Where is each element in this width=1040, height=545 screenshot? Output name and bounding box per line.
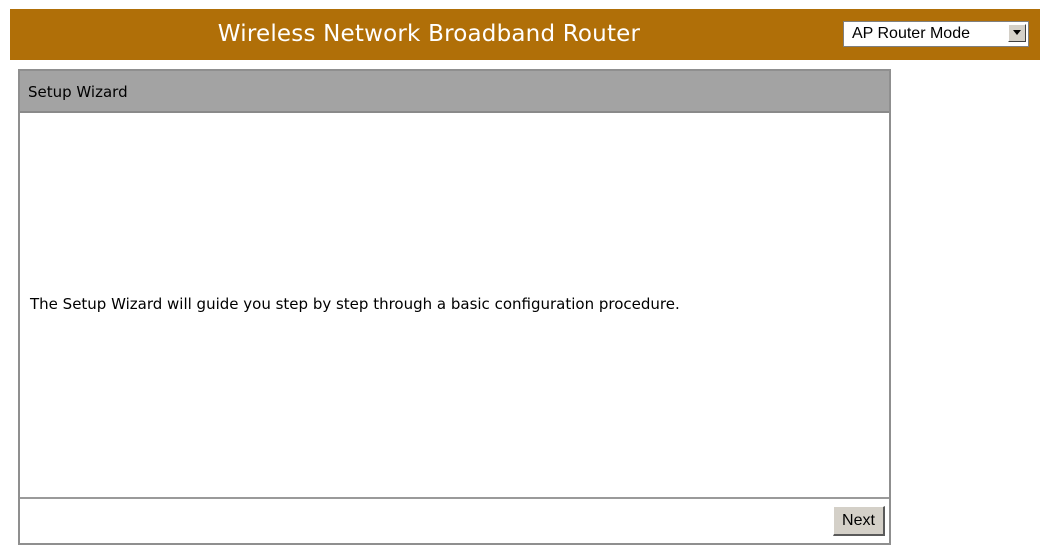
mode-select-value: AP Router Mode [852,25,970,42]
header-bar: Wireless Network Broadband Router AP Rou… [10,9,1040,60]
wizard-description: The Setup Wizard will guide you step by … [30,295,680,313]
panel-title: Setup Wizard [28,83,128,101]
mode-select[interactable]: AP Router Mode [843,21,1029,47]
next-button[interactable]: Next [833,506,885,536]
page-title: Wireless Network Broadband Router [217,21,641,47]
dropdown-arrow-icon[interactable] [1008,24,1026,42]
panel-header: Setup Wizard [20,71,889,113]
setup-wizard-panel: Setup Wizard The Setup Wizard will guide… [18,69,891,545]
panel-footer: Next [20,497,889,543]
